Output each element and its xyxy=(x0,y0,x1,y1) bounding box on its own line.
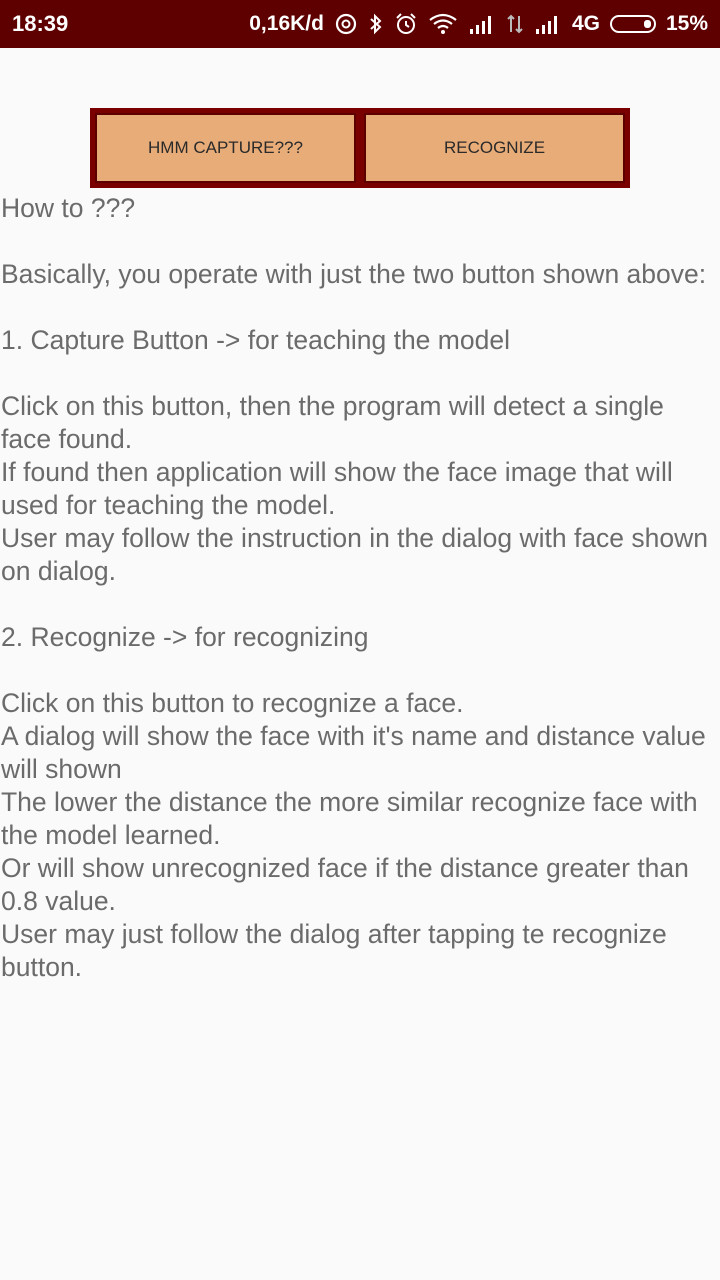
network-speed: 0,16K/d xyxy=(249,12,324,35)
signal-icon xyxy=(534,10,562,38)
status-time: 18:39 xyxy=(12,11,69,36)
main-content: HMM CAPTURE??? RECOGNIZE How to ??? Basi… xyxy=(0,48,720,1280)
network-type: 4G xyxy=(571,12,600,35)
status-bar: 18:39 0,16K/d 4G 15% xyxy=(0,0,720,48)
signal-icon xyxy=(468,10,496,38)
wifi-icon xyxy=(428,10,458,38)
data-arrows-icon xyxy=(506,10,524,38)
battery-level: 15% xyxy=(665,12,708,35)
sync-icon xyxy=(334,10,358,38)
alarm-icon xyxy=(394,10,418,38)
instructions-text: How to ??? Basically, you operate with j… xyxy=(1,193,709,982)
button-bar: HMM CAPTURE??? RECOGNIZE xyxy=(90,108,630,188)
recognize-button[interactable]: RECOGNIZE xyxy=(364,113,625,183)
battery-icon xyxy=(609,15,656,33)
bluetooth-icon xyxy=(368,10,384,38)
capture-button[interactable]: HMM CAPTURE??? xyxy=(95,113,356,183)
status-icons: 0,16K/d 4G 15% xyxy=(249,10,708,38)
